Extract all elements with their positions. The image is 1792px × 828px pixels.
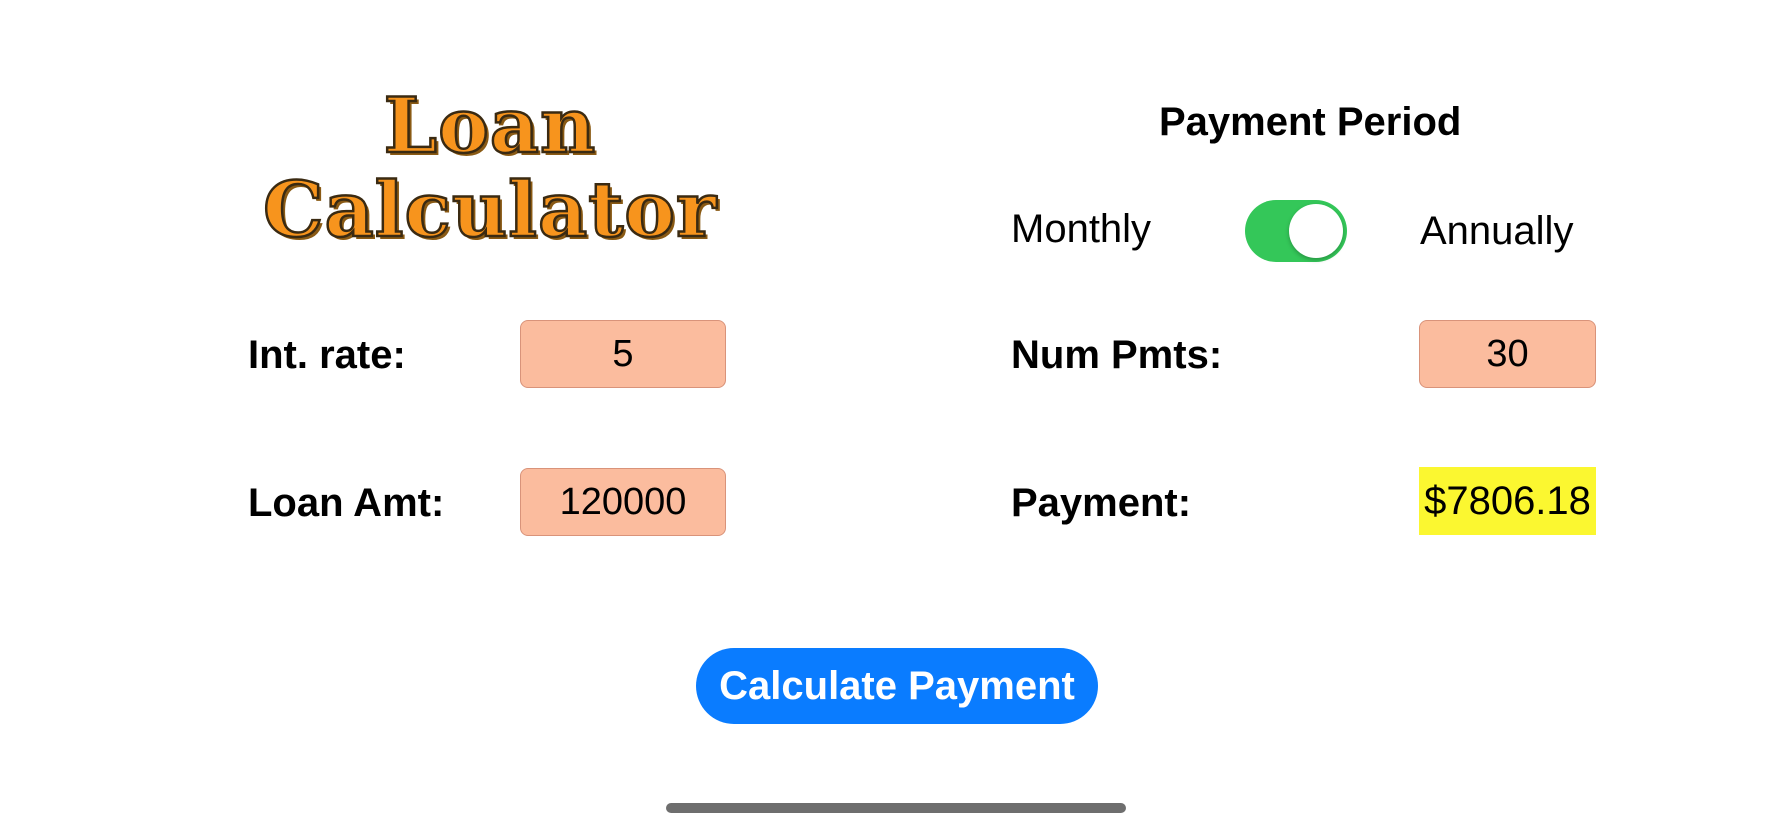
num-pmts-input[interactable]: 30 — [1419, 320, 1596, 388]
monthly-label: Monthly — [1011, 207, 1152, 251]
toggle-knob — [1289, 204, 1343, 258]
loan-calculator-screen: Loan Calculator Payment Period Monthly A… — [0, 0, 1792, 828]
loan-amt-label: Loan Amt: — [248, 481, 445, 525]
logo-line-2: Calculator — [262, 165, 718, 254]
payment-period-title: Payment Period — [1159, 100, 1462, 144]
calculate-payment-button[interactable]: Calculate Payment — [696, 648, 1098, 724]
int-rate-input[interactable]: 5 — [520, 320, 726, 388]
payment-result: $7806.18 — [1419, 467, 1596, 535]
annually-label: Annually — [1420, 209, 1574, 253]
logo-line-1: Loan — [382, 81, 597, 170]
loan-amt-input[interactable]: 120000 — [520, 468, 726, 536]
num-pmts-label: Num Pmts: — [1011, 333, 1223, 377]
int-rate-label: Int. rate: — [248, 333, 406, 377]
payment-period-toggle[interactable] — [1245, 200, 1347, 262]
payment-label: Payment: — [1011, 481, 1192, 525]
app-logo: Loan Calculator — [240, 81, 740, 254]
home-indicator — [666, 803, 1126, 813]
